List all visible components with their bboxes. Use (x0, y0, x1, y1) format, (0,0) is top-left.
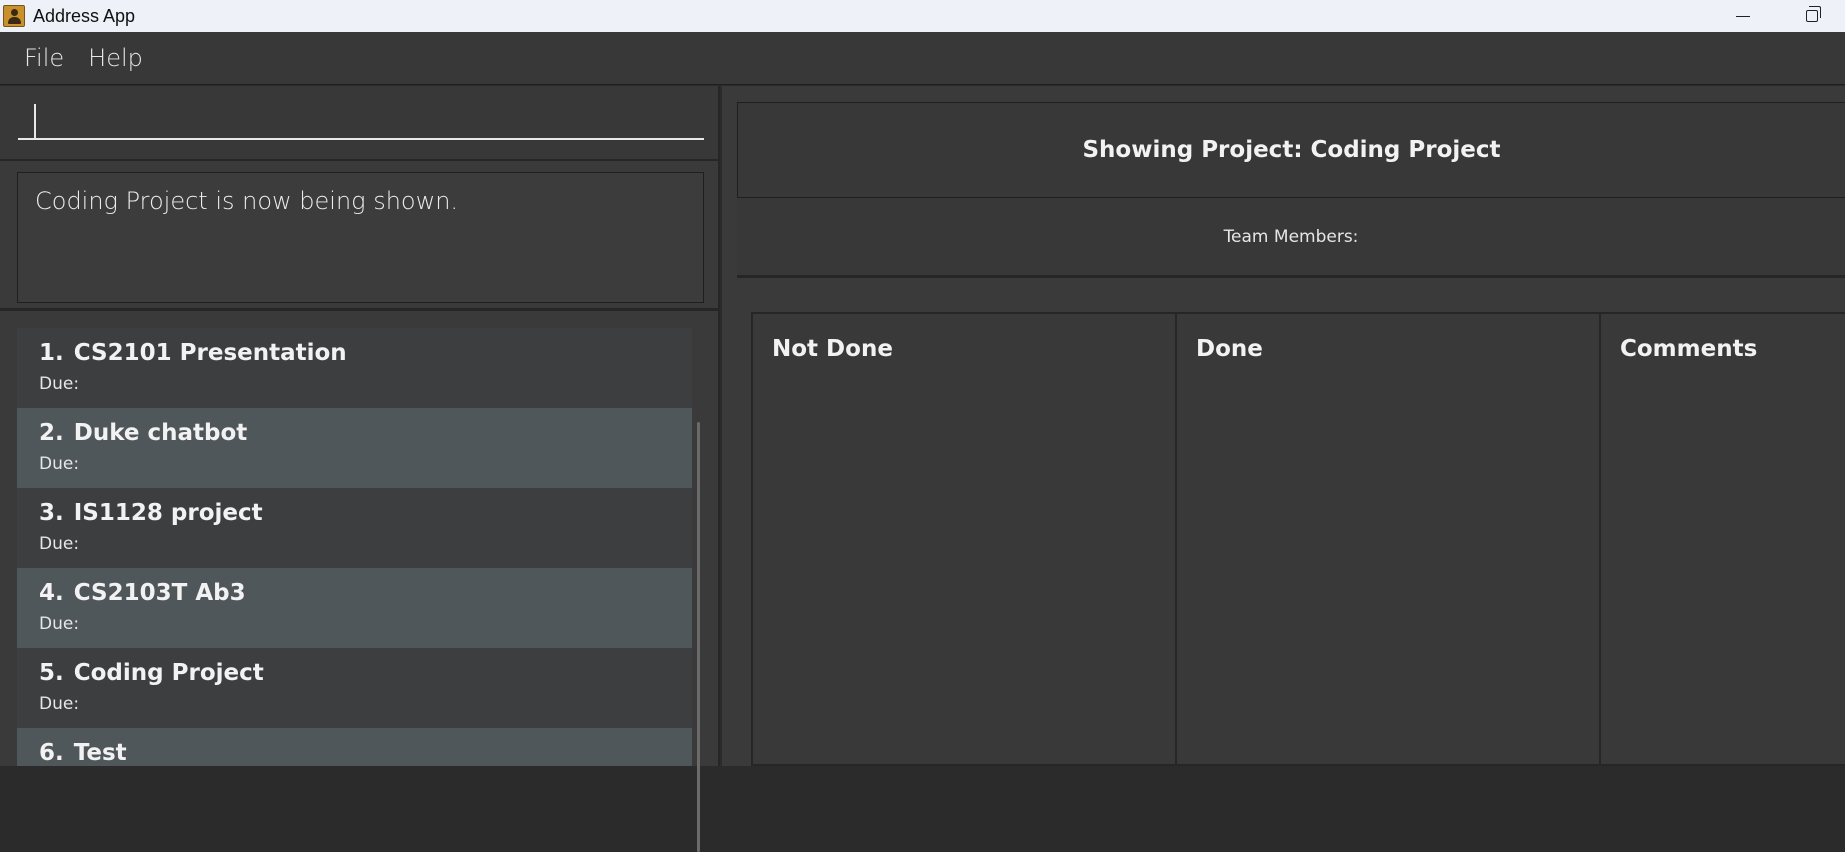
project-due: Due: (39, 614, 80, 634)
done-title: Done (1196, 336, 1263, 362)
project-name: CS2101 Presentation (73, 340, 347, 366)
left-pane: Coding Project is now being shown. 1. CS2… (0, 86, 720, 852)
comments-column: Comments (1599, 312, 1845, 766)
result-display: Coding Project is now being shown. (17, 172, 704, 303)
title-bar: Address App (0, 0, 1845, 32)
project-title: 2. Duke chatbot (39, 418, 692, 448)
project-header: Showing Project: Coding Project (737, 102, 1845, 198)
project-view-pane: Showing Project: Coding Project Team Mem… (722, 86, 1845, 766)
project-list-panel: 1. CS2101 Presentation Due: 2. Duke chatbo… (0, 314, 718, 766)
restore-icon (1806, 6, 1821, 22)
done-column: Done (1175, 312, 1599, 766)
project-title: 6. Test (39, 738, 692, 766)
not-done-title: Not Done (772, 336, 893, 362)
project-name: Duke chatbot (73, 420, 248, 446)
project-list-item[interactable]: 5. Coding Project Due: (17, 648, 692, 728)
project-list-item[interactable]: 1. CS2101 Presentation Due: (17, 328, 692, 408)
project-name: CS2103T Ab3 (73, 580, 246, 606)
list-scrollbar[interactable] (697, 422, 700, 852)
project-index: 5. (39, 660, 64, 686)
project-list-item[interactable]: 6. Test (17, 728, 692, 766)
project-index: 4. (39, 580, 64, 606)
project-index: 3. (39, 500, 64, 526)
task-columns: Not Done Done Comments (751, 312, 1845, 766)
command-input[interactable] (18, 98, 704, 140)
minimize-button[interactable] (1720, 0, 1766, 32)
project-name: IS1128 project (73, 500, 263, 526)
project-due: Due: (39, 454, 80, 474)
restore-button[interactable] (1789, 0, 1835, 32)
comments-title: Comments (1620, 336, 1758, 362)
menu-bar: File Help (0, 32, 1845, 85)
address-book-icon (3, 5, 25, 27)
project-name: Coding Project (73, 660, 264, 686)
project-due: Due: (39, 694, 80, 714)
team-members-label: Team Members: (1223, 226, 1359, 247)
project-index: 2. (39, 420, 64, 446)
project-title: 5. Coding Project (39, 658, 692, 688)
command-box (0, 86, 718, 161)
project-view-title: Showing Project: Coding Project (1082, 137, 1501, 163)
not-done-column: Not Done (751, 312, 1175, 766)
text-caret (34, 104, 36, 140)
menu-file[interactable]: File (12, 44, 76, 72)
team-members-box: Team Members: (737, 198, 1845, 278)
project-list-item[interactable]: 4. CS2103T Ab3 Due: (17, 568, 692, 648)
project-list-item[interactable]: 3. IS1128 project Due: (17, 488, 692, 568)
project-list-item[interactable]: 2. Duke chatbot Due: (17, 408, 692, 488)
project-name: Test (73, 740, 127, 766)
project-index: 1. (39, 340, 64, 366)
window-title: Address App (33, 5, 136, 26)
project-title: 4. CS2103T Ab3 (39, 578, 692, 608)
project-due: Due: (39, 534, 80, 554)
project-due: Due: (39, 374, 80, 394)
project-list: 1. CS2101 Presentation Due: 2. Duke chatbo… (17, 328, 692, 766)
result-area: Coding Project is now being shown. (0, 161, 718, 311)
menu-help[interactable]: Help (76, 44, 155, 72)
project-index: 6. (39, 740, 64, 766)
project-title: 1. CS2101 Presentation (39, 338, 692, 368)
project-title: 3. IS1128 project (39, 498, 692, 528)
